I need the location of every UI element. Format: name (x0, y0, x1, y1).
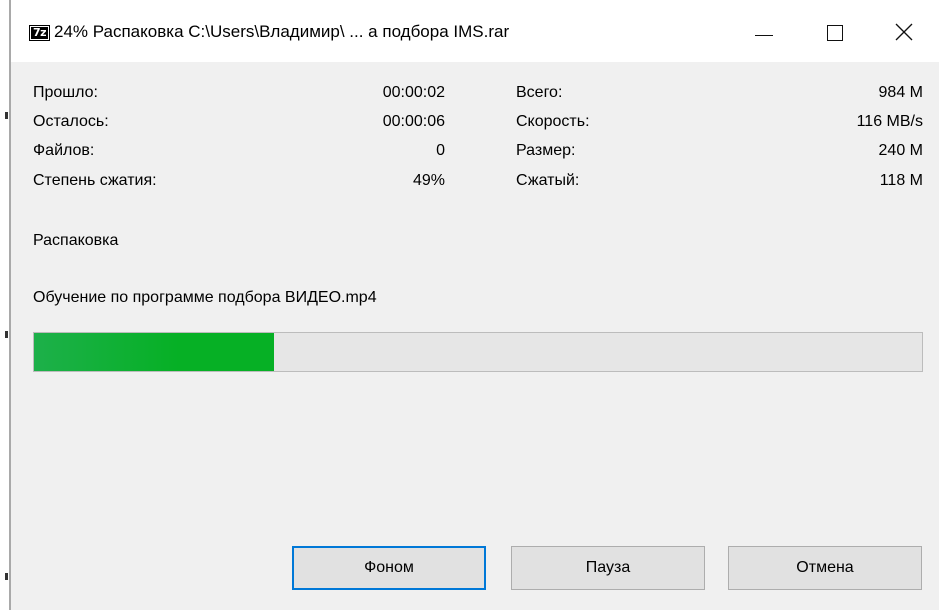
background-button[interactable]: Фоном (292, 546, 486, 590)
extraction-progress-window: 7z 24% Распаковка C:\Users\Владимир\ ...… (11, 0, 939, 610)
pause-button[interactable]: Пауза (511, 546, 705, 590)
close-icon (895, 23, 913, 41)
screen: 7z 24% Распаковка C:\Users\Владимир\ ...… (0, 0, 939, 610)
elapsed-value: 00:00:02 (382, 84, 445, 101)
speed-label: Скорость: (516, 113, 590, 130)
close-button[interactable] (881, 12, 927, 52)
remaining-label: Осталось: (33, 113, 109, 130)
packed-size-label: Сжатый: (516, 172, 580, 189)
files-value: 0 (436, 142, 445, 159)
total-label: Всего: (516, 84, 563, 101)
minimize-button[interactable] (741, 12, 787, 52)
background-window-mark (5, 331, 8, 338)
maximize-button[interactable] (811, 12, 857, 52)
background-window-mark (5, 112, 8, 119)
compression-ratio-value: 49% (412, 172, 445, 189)
progress-bar (33, 332, 923, 372)
remaining-value: 00:00:06 (382, 113, 445, 130)
packed-size-value: 118 M (879, 172, 923, 189)
operation-label: Распаковка (33, 232, 119, 249)
background-window-mark (5, 573, 8, 580)
total-value: 984 M (878, 84, 923, 101)
7zip-app-icon[interactable]: 7z (29, 25, 50, 41)
size-label: Размер: (516, 142, 576, 159)
speed-value: 116 MB/s (856, 113, 923, 130)
size-value: 240 M (878, 142, 923, 159)
progress-bar-fill (34, 333, 274, 371)
maximize-icon (827, 25, 843, 41)
window-content: Прошло: 00:00:02 Осталось: 00:00:06 Файл… (11, 62, 939, 610)
cancel-button[interactable]: Отмена (728, 546, 922, 590)
elapsed-label: Прошло: (33, 84, 98, 101)
current-file-label: Обучение по программе подбора ВИДЕО.mp4 (33, 289, 377, 306)
window-title: 24% Распаковка C:\Users\Владимир\ ... а … (54, 22, 510, 41)
minimize-icon (755, 35, 773, 36)
compression-ratio-label: Степень сжатия: (33, 172, 157, 189)
title-bar[interactable]: 7z 24% Распаковка C:\Users\Владимир\ ...… (11, 0, 939, 62)
files-label: Файлов: (33, 142, 95, 159)
